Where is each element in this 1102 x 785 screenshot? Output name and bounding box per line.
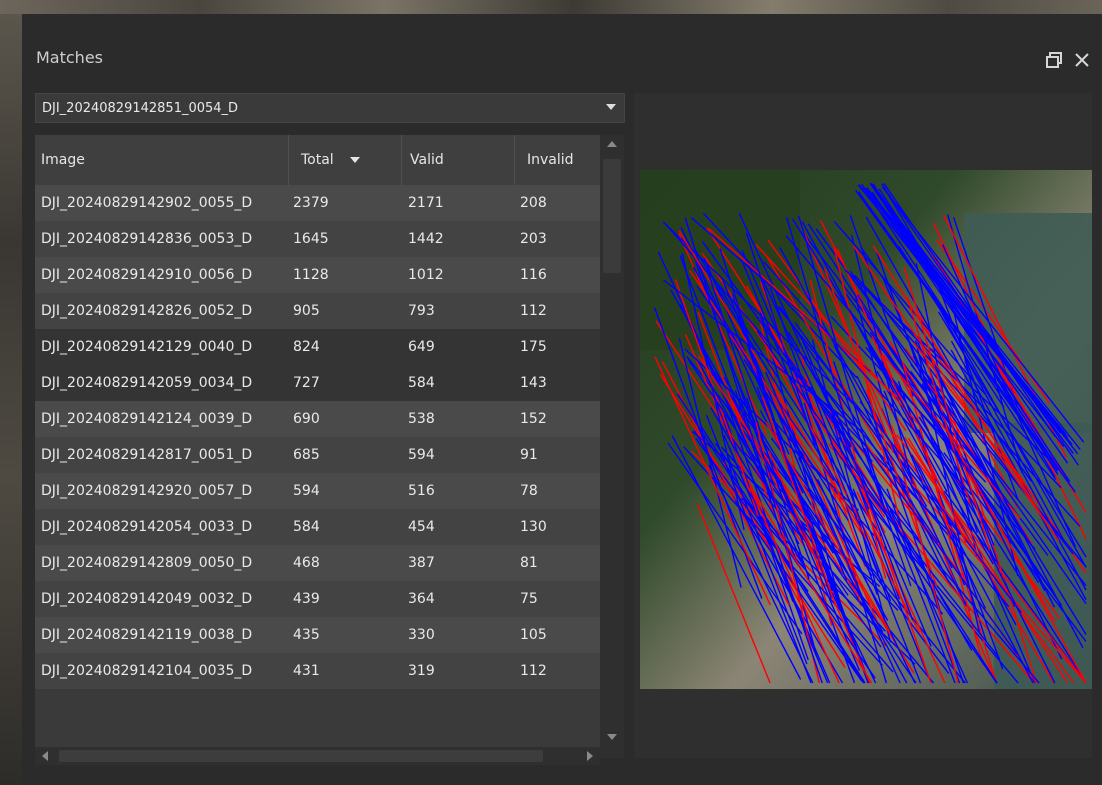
table-row[interactable]: DJI_20240829142817_0051_D 685 594 91 bbox=[35, 437, 600, 473]
background-image-strip-left bbox=[0, 14, 22, 785]
table-header: Image Total Valid Invalid bbox=[35, 135, 600, 186]
table-row[interactable]: DJI_20240829142910_0056_D 1128 1012 116 bbox=[35, 257, 600, 293]
scroll-down-icon[interactable] bbox=[607, 734, 617, 740]
match-viewer[interactable] bbox=[634, 93, 1092, 758]
column-header-valid[interactable]: Valid bbox=[401, 135, 514, 185]
scroll-left-icon[interactable] bbox=[42, 751, 48, 761]
vertical-scroll-thumb[interactable] bbox=[603, 159, 621, 273]
image-selector-dropdown[interactable]: DJI_20240829142851_0054_D bbox=[35, 93, 625, 123]
column-header-image[interactable]: Image bbox=[41, 135, 291, 185]
table-row[interactable]: DJI_20240829142054_0033_D 584 454 130 bbox=[35, 509, 600, 545]
background-image-strip bbox=[0, 0, 1102, 14]
selected-image-label: DJI_20240829142851_0054_D bbox=[42, 100, 239, 116]
table-row[interactable]: DJI_20240829142902_0055_D 2379 2171 208 bbox=[35, 185, 600, 221]
horizontal-scroll-thumb[interactable] bbox=[59, 750, 543, 762]
table-row[interactable]: DJI_20240829142129_0040_D 824 649 175 bbox=[35, 329, 600, 365]
chevron-down-icon bbox=[606, 104, 616, 110]
scroll-up-icon[interactable] bbox=[607, 141, 617, 147]
sort-descending-icon bbox=[349, 157, 360, 163]
scroll-right-icon[interactable] bbox=[587, 751, 593, 761]
panel-title: Matches bbox=[36, 48, 103, 67]
table-row[interactable]: DJI_20240829142059_0034_D 727 584 143 bbox=[35, 365, 600, 401]
table-row[interactable]: DJI_20240829142920_0057_D 594 516 78 bbox=[35, 473, 600, 509]
table-row[interactable]: DJI_20240829142104_0035_D 431 319 112 bbox=[35, 653, 600, 689]
match-visualization bbox=[640, 170, 1092, 689]
matches-table: Image Total Valid Invalid DJI_2024082914… bbox=[35, 135, 600, 758]
matches-panel: Matches DJI_20240829142851_0054_D Image … bbox=[22, 14, 1102, 785]
table-row[interactable]: DJI_20240829142826_0052_D 905 793 112 bbox=[35, 293, 600, 329]
table-row[interactable]: DJI_20240829142049_0032_D 439 364 75 bbox=[35, 581, 600, 617]
window-controls bbox=[1044, 50, 1092, 74]
table-row[interactable]: DJI_20240829142124_0039_D 690 538 152 bbox=[35, 401, 600, 437]
table-row[interactable]: DJI_20240829142119_0038_D 435 330 105 bbox=[35, 617, 600, 653]
restore-window-icon[interactable] bbox=[1044, 50, 1064, 74]
table-row[interactable]: DJI_20240829142809_0050_D 468 387 81 bbox=[35, 545, 600, 581]
column-header-total[interactable]: Total bbox=[288, 135, 401, 185]
horizontal-scrollbar[interactable] bbox=[35, 747, 600, 765]
close-icon[interactable] bbox=[1072, 50, 1092, 74]
column-header-invalid[interactable]: Invalid bbox=[514, 135, 600, 185]
table-row[interactable]: DJI_20240829142836_0053_D 1645 1442 203 bbox=[35, 221, 600, 257]
vertical-scrollbar[interactable] bbox=[600, 135, 624, 758]
